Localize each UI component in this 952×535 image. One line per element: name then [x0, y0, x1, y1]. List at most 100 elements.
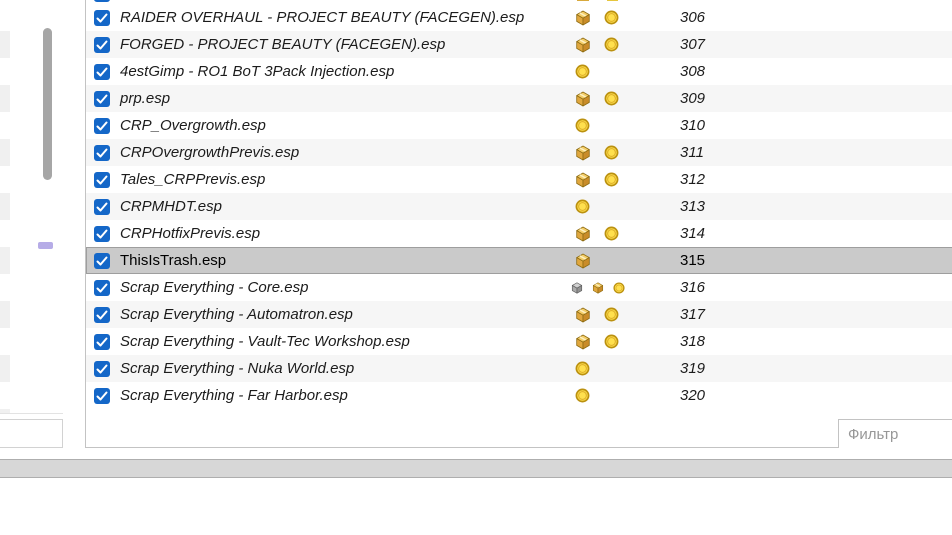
plugin-name: Scrap Everything - Far Harbor.esp — [120, 387, 348, 404]
plugin-priority: 314 — [680, 220, 705, 247]
plugin-row[interactable]: Scrap Everything - Core.esp 316 — [86, 274, 952, 301]
plugin-enabled-checkbox[interactable] — [94, 280, 110, 296]
plugin-enabled-checkbox[interactable] — [94, 91, 110, 107]
plugin-row[interactable]: ThisIsTrash.esp 315 — [86, 247, 952, 274]
plugin-enabled-checkbox[interactable] — [94, 10, 110, 26]
coin-icon — [604, 91, 619, 106]
partial-checkbox — [94, 0, 110, 2]
plugin-name: CRPHotfixPrevis.esp — [120, 225, 260, 242]
plugin-enabled-checkbox[interactable] — [94, 118, 110, 134]
coin-icon — [604, 334, 619, 349]
plugin-name: RAIDER OVERHAUL - PROJECT BEAUTY (FACEGE… — [120, 9, 524, 26]
plugin-flags — [575, 31, 619, 58]
plugin-flags — [571, 274, 625, 301]
checkmark-icon — [94, 199, 110, 215]
left-panel-divider — [0, 413, 63, 414]
plugin-flags — [575, 220, 619, 247]
package-icon — [575, 145, 591, 161]
coin-icon — [604, 307, 619, 322]
coin-icon — [613, 282, 625, 294]
plugin-priority: 318 — [680, 328, 705, 355]
plugin-row[interactable]: Tales_CRPPrevis.esp 312 — [86, 166, 952, 193]
package-icon — [575, 334, 591, 350]
left-list-row-stripe — [0, 355, 10, 382]
plugin-row[interactable]: Scrap Everything - Far Harbor.esp 320 — [86, 382, 952, 409]
splitter-handle[interactable] — [38, 242, 53, 249]
mod-manager-window: RAIDER OVERHAUL - PROJECT BEAUTY (FACEGE… — [0, 0, 952, 535]
package-icon — [575, 37, 591, 53]
plugin-flags — [575, 382, 590, 409]
checkmark-icon — [94, 226, 110, 242]
plugin-priority: 308 — [680, 58, 705, 85]
plugin-name: Tales_CRPPrevis.esp — [120, 171, 265, 188]
package-icon — [575, 172, 591, 188]
coin-icon — [575, 64, 590, 79]
plugin-flags — [575, 328, 619, 355]
package-icon — [592, 282, 604, 294]
plugin-flags — [575, 247, 591, 274]
plugin-enabled-checkbox[interactable] — [94, 64, 110, 80]
plugin-priority: 307 — [680, 31, 705, 58]
plugin-filter-input[interactable] — [839, 420, 952, 448]
plugin-row[interactable]: CRPOvergrowthPrevis.esp 311 — [86, 139, 952, 166]
plugin-enabled-checkbox[interactable] — [94, 172, 110, 188]
coin-icon — [604, 172, 619, 187]
plugin-row[interactable]: CRPMHDT.esp 313 — [86, 193, 952, 220]
plugin-name: FORGED - PROJECT BEAUTY (FACEGEN).esp — [120, 36, 445, 53]
plugin-flags — [575, 193, 590, 220]
plugin-priority: 311 — [680, 139, 704, 166]
plugin-filter — [838, 419, 952, 448]
plugin-priority: 310 — [680, 112, 705, 139]
left-filter-box[interactable] — [0, 419, 63, 448]
plugin-enabled-checkbox[interactable] — [94, 226, 110, 242]
plugin-enabled-checkbox[interactable] — [94, 253, 110, 269]
plugin-enabled-checkbox[interactable] — [94, 145, 110, 161]
plugin-row[interactable]: Scrap Everything - Nuka World.esp 319 — [86, 355, 952, 382]
plugin-flags — [575, 301, 619, 328]
plugin-priority: 306 — [680, 4, 705, 31]
plugin-enabled-checkbox[interactable] — [94, 37, 110, 53]
plugin-row[interactable]: FORGED - PROJECT BEAUTY (FACEGEN).esp 30… — [86, 31, 952, 58]
plugin-name: Scrap Everything - Vault-Tec Workshop.es… — [120, 333, 410, 350]
coin-icon — [604, 37, 619, 52]
plugin-row[interactable]: RAIDER OVERHAUL - PROJECT BEAUTY (FACEGE… — [86, 4, 952, 31]
plugin-flags — [575, 112, 590, 139]
coin-icon — [604, 145, 619, 160]
checkmark-icon — [94, 307, 110, 323]
plugin-name: Scrap Everything - Automatron.esp — [120, 306, 353, 323]
plugin-row[interactable]: CRPHotfixPrevis.esp 314 — [86, 220, 952, 247]
plugin-flags — [575, 4, 619, 31]
plugin-name: CRP_Overgrowth.esp — [120, 117, 266, 134]
plugin-list: RAIDER OVERHAUL - PROJECT BEAUTY (FACEGE… — [86, 0, 952, 409]
checkmark-icon — [94, 361, 110, 377]
plugin-priority: 313 — [680, 193, 705, 220]
plugin-enabled-checkbox[interactable] — [94, 307, 110, 323]
checkmark-icon — [94, 253, 110, 269]
plugin-row[interactable]: Scrap Everything - Vault-Tec Workshop.es… — [86, 328, 952, 355]
plugin-enabled-checkbox[interactable] — [94, 334, 110, 350]
plugin-enabled-checkbox[interactable] — [94, 361, 110, 377]
left-list-row-stripe — [0, 193, 10, 220]
checkmark-icon — [94, 280, 110, 296]
plugin-flags — [575, 355, 590, 382]
coin-icon — [575, 118, 590, 133]
plugin-name: CRPMHDT.esp — [120, 198, 222, 215]
plugin-list-panel: RAIDER OVERHAUL - PROJECT BEAUTY (FACEGE… — [85, 0, 952, 448]
coin-icon — [604, 10, 619, 25]
checkmark-icon — [94, 118, 110, 134]
checkmark-icon — [94, 388, 110, 404]
plugin-row[interactable]: 4estGimp - RO1 BoT 3Pack Injection.esp 3… — [86, 58, 952, 85]
checkmark-icon — [94, 172, 110, 188]
vertical-scrollbar-thumb[interactable] — [43, 28, 52, 180]
plugin-flags — [575, 85, 619, 112]
left-list-row-stripe — [0, 247, 10, 274]
plugin-row[interactable]: CRP_Overgrowth.esp 310 — [86, 112, 952, 139]
left-list-row-stripe — [0, 31, 10, 58]
plugin-enabled-checkbox[interactable] — [94, 388, 110, 404]
plugin-row[interactable]: prp.esp 309 — [86, 85, 952, 112]
plugin-row[interactable]: Scrap Everything - Automatron.esp 317 — [86, 301, 952, 328]
plugin-enabled-checkbox[interactable] — [94, 199, 110, 215]
plugin-flags — [575, 58, 590, 85]
plugin-name: Scrap Everything - Nuka World.esp — [120, 360, 354, 377]
package-icon — [575, 91, 591, 107]
